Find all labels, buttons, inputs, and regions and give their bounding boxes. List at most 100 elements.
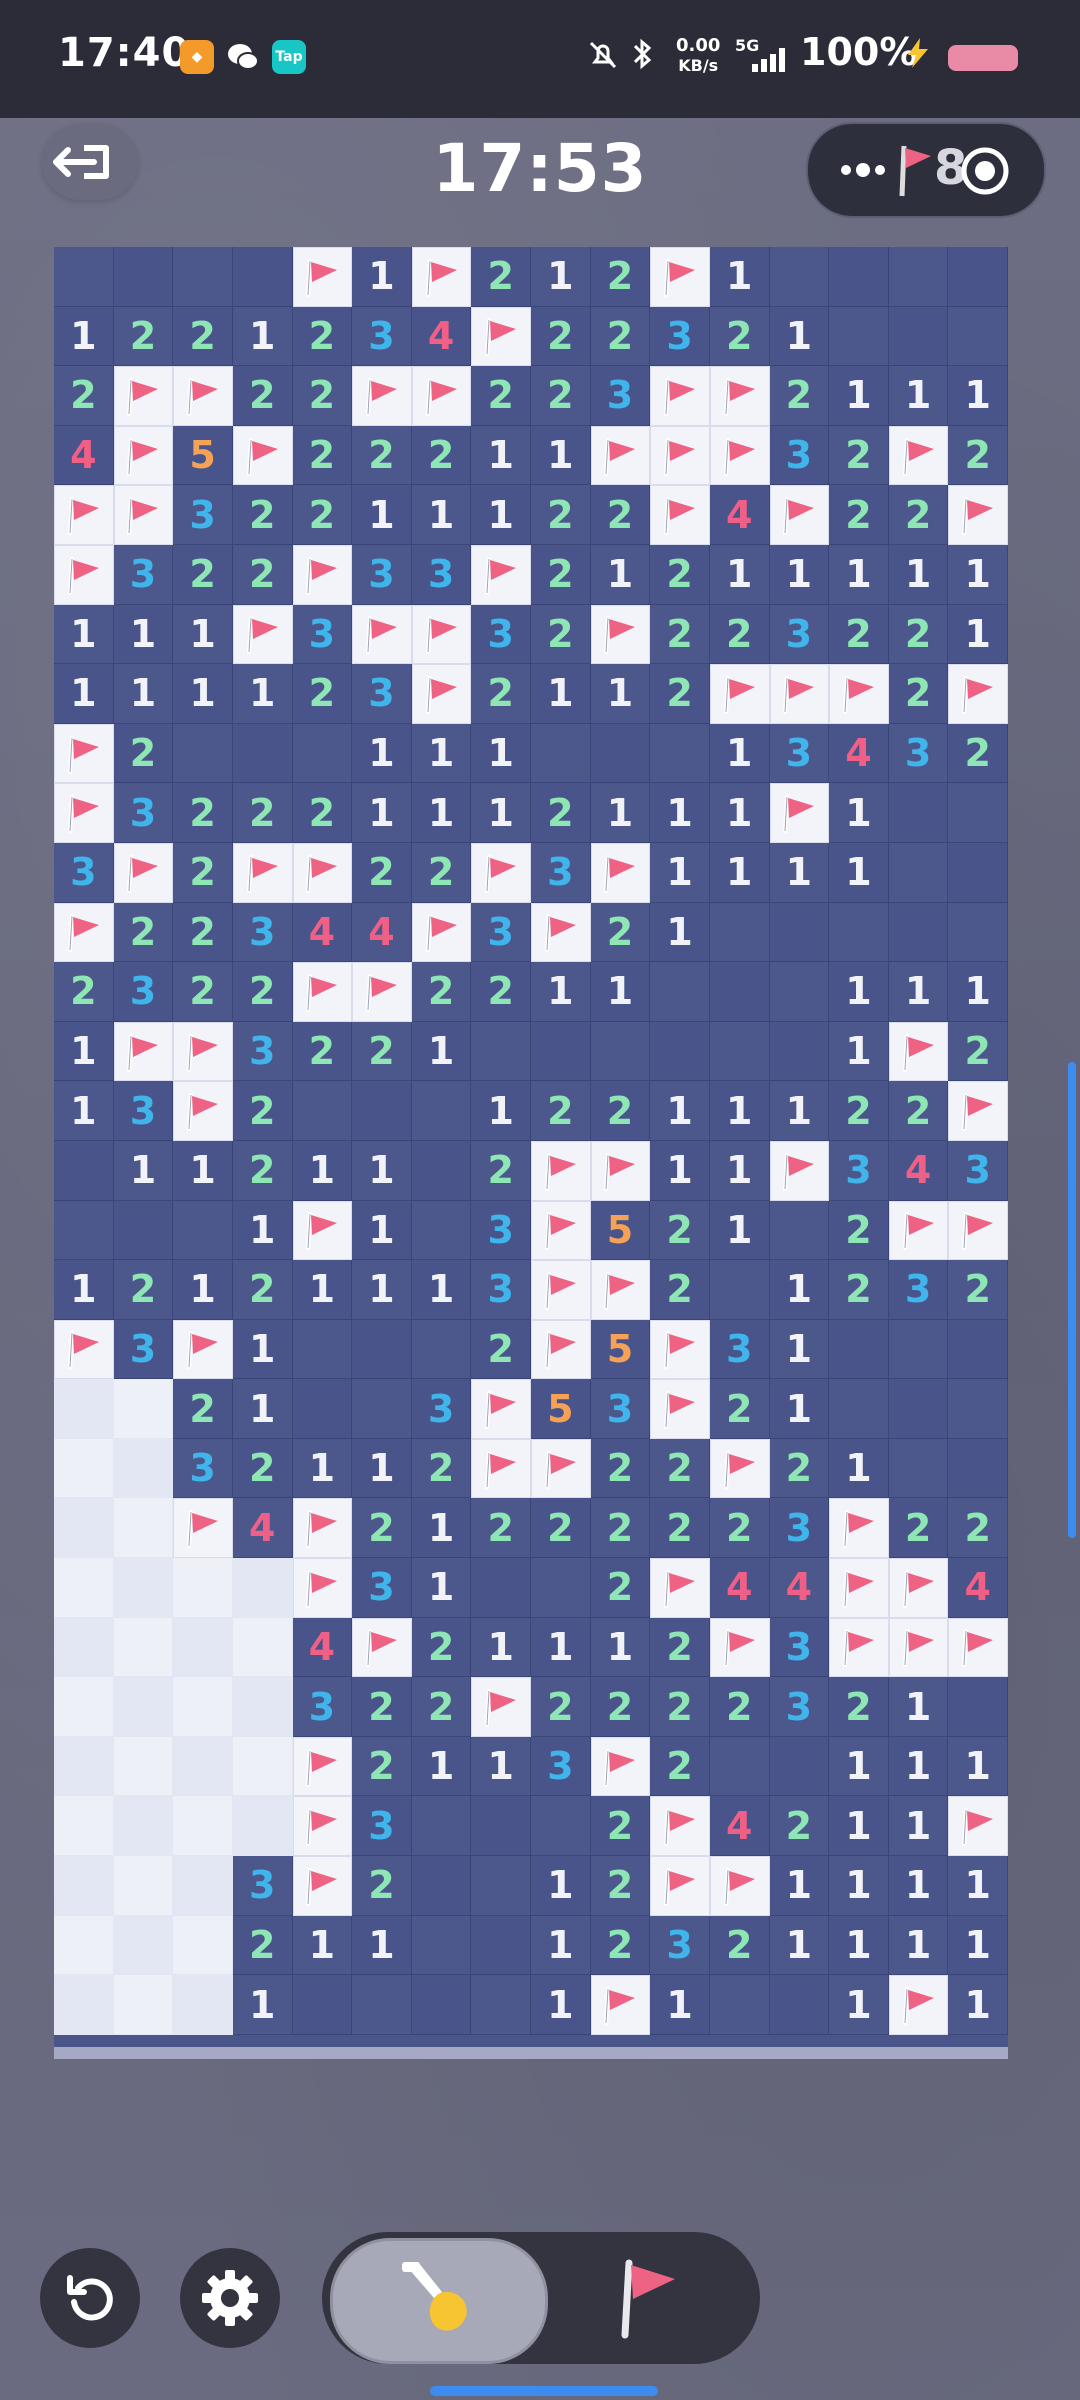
- flagged-cell[interactable]: [411, 247, 472, 307]
- unrevealed-cell[interactable]: [54, 1498, 114, 1559]
- number-cell[interactable]: 1: [352, 1260, 412, 1320]
- empty-cell[interactable]: [888, 783, 949, 843]
- flagged-cell[interactable]: [948, 1200, 1008, 1261]
- settings-button[interactable]: [180, 2248, 280, 2348]
- number-cell[interactable]: 1: [769, 842, 830, 903]
- empty-cell[interactable]: [948, 1438, 1008, 1499]
- flagged-cell[interactable]: [232, 425, 293, 486]
- number-cell[interactable]: 2: [471, 664, 531, 724]
- flagged-cell[interactable]: [352, 604, 412, 665]
- number-cell[interactable]: 2: [54, 366, 114, 426]
- empty-cell[interactable]: [173, 1200, 233, 1261]
- number-cell[interactable]: 1: [531, 1915, 591, 1976]
- number-cell[interactable]: 1: [888, 1736, 949, 1797]
- empty-cell[interactable]: [888, 842, 949, 903]
- number-cell[interactable]: 2: [709, 604, 770, 665]
- number-cell[interactable]: 2: [232, 1260, 293, 1320]
- empty-cell[interactable]: [829, 1379, 889, 1439]
- number-cell[interactable]: 2: [113, 723, 174, 784]
- number-cell[interactable]: 1: [948, 366, 1008, 426]
- flagged-cell[interactable]: [54, 544, 114, 605]
- unrevealed-cell[interactable]: [113, 1438, 174, 1499]
- number-cell[interactable]: 1: [829, 1856, 889, 1916]
- number-cell[interactable]: 1: [709, 247, 770, 307]
- number-cell[interactable]: 1: [709, 783, 770, 843]
- number-cell[interactable]: 3: [531, 1736, 591, 1797]
- number-cell[interactable]: 2: [292, 306, 353, 367]
- unrevealed-cell[interactable]: [54, 1736, 114, 1797]
- number-cell[interactable]: 3: [650, 1915, 710, 1976]
- empty-cell[interactable]: [769, 1200, 830, 1261]
- number-cell[interactable]: 1: [888, 1796, 949, 1857]
- number-cell[interactable]: 2: [709, 1915, 770, 1976]
- number-cell[interactable]: 1: [471, 1081, 531, 1141]
- empty-cell[interactable]: [54, 1140, 114, 1201]
- number-cell[interactable]: 2: [829, 485, 889, 545]
- number-cell[interactable]: 2: [232, 1915, 293, 1976]
- number-cell[interactable]: 1: [948, 1736, 1008, 1797]
- number-cell[interactable]: 1: [888, 366, 949, 426]
- empty-cell[interactable]: [948, 783, 1008, 843]
- number-cell[interactable]: 4: [352, 902, 412, 963]
- number-cell[interactable]: 1: [113, 604, 174, 665]
- number-cell[interactable]: 1: [829, 1438, 889, 1499]
- number-cell[interactable]: 2: [173, 962, 233, 1022]
- flagged-cell[interactable]: [173, 1319, 233, 1380]
- number-cell[interactable]: 3: [113, 783, 174, 843]
- number-cell[interactable]: 3: [232, 1856, 293, 1916]
- number-cell[interactable]: 1: [948, 962, 1008, 1022]
- number-cell[interactable]: 2: [292, 664, 353, 724]
- flagged-cell[interactable]: [531, 1438, 591, 1499]
- number-cell[interactable]: 3: [292, 1677, 353, 1737]
- number-cell[interactable]: 2: [590, 1677, 651, 1737]
- number-cell[interactable]: 2: [888, 485, 949, 545]
- number-cell[interactable]: 2: [232, 544, 293, 605]
- empty-cell[interactable]: [948, 1677, 1008, 1737]
- number-cell[interactable]: 1: [113, 1140, 174, 1201]
- unrevealed-cell[interactable]: [54, 1677, 114, 1737]
- number-cell[interactable]: 1: [54, 306, 114, 367]
- number-cell[interactable]: 3: [769, 604, 830, 665]
- number-cell[interactable]: 1: [590, 664, 651, 724]
- number-cell[interactable]: 1: [829, 1975, 889, 2035]
- number-cell[interactable]: 2: [471, 962, 531, 1022]
- number-cell[interactable]: 1: [352, 1438, 412, 1499]
- flagged-cell[interactable]: [709, 1617, 770, 1678]
- number-cell[interactable]: 1: [411, 1736, 472, 1797]
- number-cell[interactable]: 2: [590, 902, 651, 963]
- number-cell[interactable]: 3: [173, 485, 233, 545]
- number-cell[interactable]: 2: [948, 723, 1008, 784]
- flagged-cell[interactable]: [650, 425, 710, 486]
- empty-cell[interactable]: [173, 723, 233, 784]
- empty-cell[interactable]: [352, 1319, 412, 1380]
- unrevealed-cell[interactable]: [232, 1677, 293, 1737]
- flagged-cell[interactable]: [590, 1975, 651, 2035]
- number-cell[interactable]: 1: [232, 1975, 293, 2035]
- number-cell[interactable]: 3: [113, 1319, 174, 1380]
- flagged-cell[interactable]: [471, 1438, 531, 1499]
- unrevealed-cell[interactable]: [113, 1379, 174, 1439]
- empty-cell[interactable]: [471, 1796, 531, 1857]
- number-cell[interactable]: 3: [471, 1200, 531, 1261]
- empty-cell[interactable]: [54, 1200, 114, 1261]
- flagged-cell[interactable]: [54, 485, 114, 545]
- flagged-cell[interactable]: [292, 1558, 353, 1618]
- number-cell[interactable]: 2: [590, 485, 651, 545]
- number-cell[interactable]: 1: [888, 1856, 949, 1916]
- number-cell[interactable]: 5: [590, 1319, 651, 1380]
- flagged-cell[interactable]: [948, 1081, 1008, 1141]
- number-cell[interactable]: 1: [173, 1140, 233, 1201]
- flagged-cell[interactable]: [352, 366, 412, 426]
- number-cell[interactable]: 1: [531, 1617, 591, 1678]
- flagged-cell[interactable]: [113, 425, 174, 486]
- number-cell[interactable]: 2: [709, 1379, 770, 1439]
- number-cell[interactable]: 1: [948, 544, 1008, 605]
- unrevealed-cell[interactable]: [113, 1915, 174, 1976]
- number-cell[interactable]: 1: [471, 783, 531, 843]
- number-cell[interactable]: 1: [292, 1915, 353, 1976]
- number-cell[interactable]: 2: [292, 425, 353, 486]
- number-cell[interactable]: 2: [829, 604, 889, 665]
- number-cell[interactable]: 2: [292, 366, 353, 426]
- number-cell[interactable]: 1: [531, 664, 591, 724]
- number-cell[interactable]: 2: [590, 1856, 651, 1916]
